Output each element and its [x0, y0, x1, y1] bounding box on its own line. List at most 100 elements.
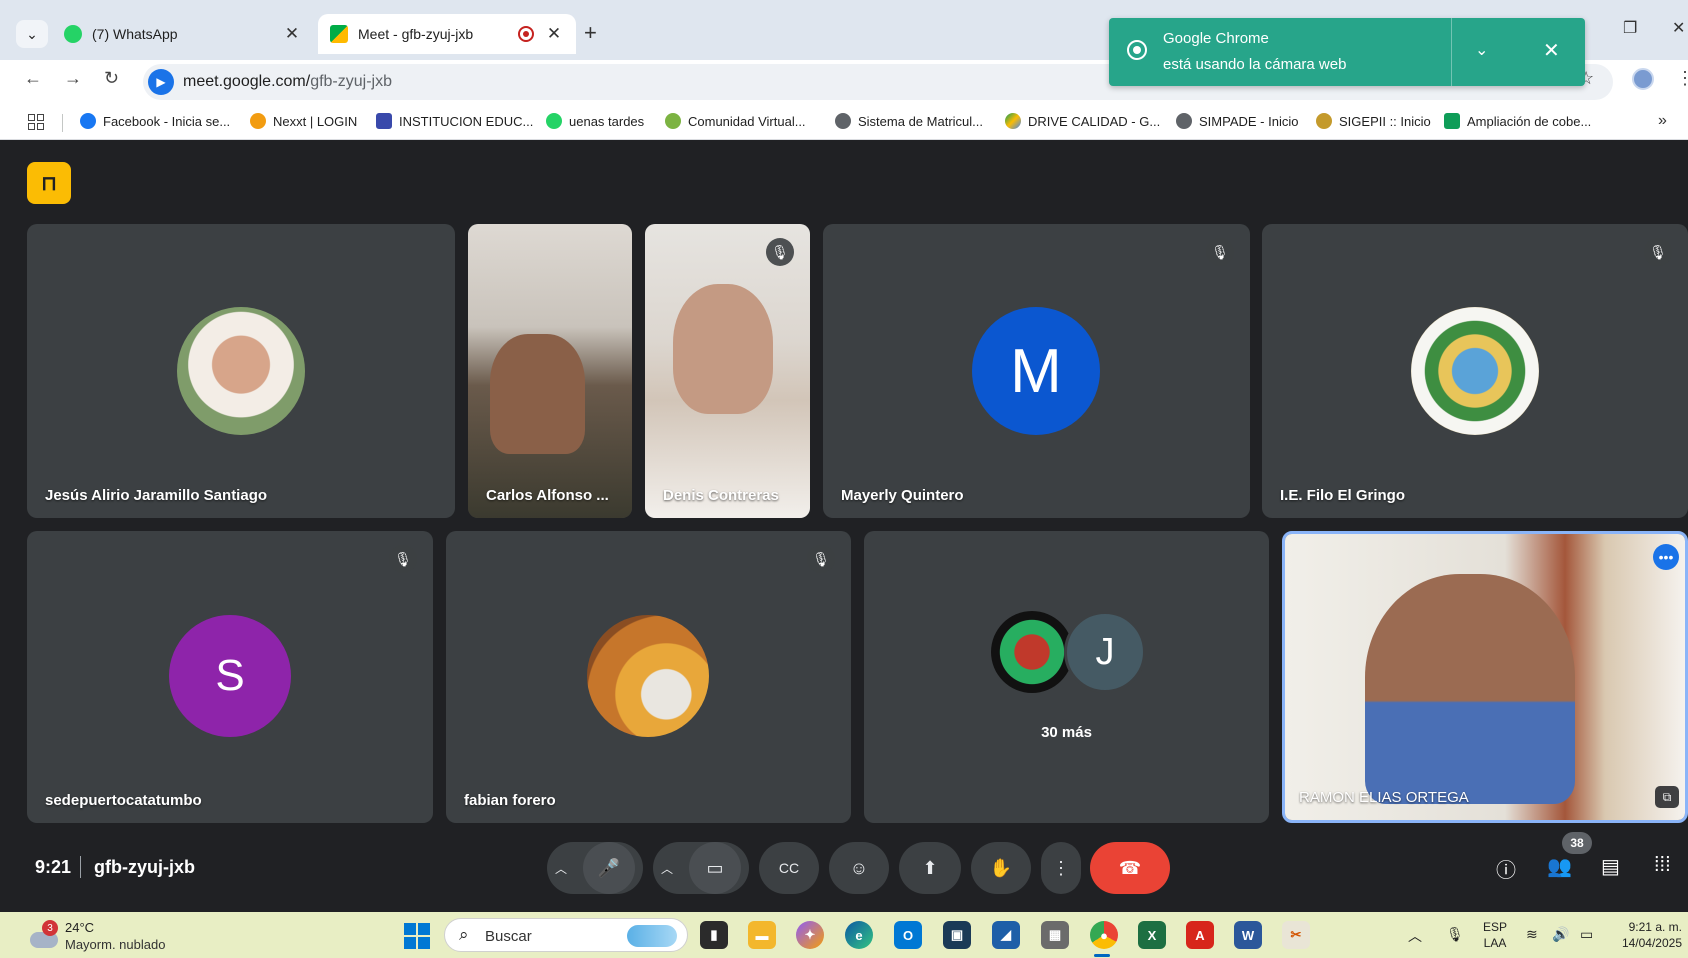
more-options-button[interactable]: ⋮ — [1041, 842, 1081, 894]
meet-icon — [330, 25, 348, 43]
participant-tile[interactable]: 🎙 I.E. Filo El Gringo — [1262, 224, 1688, 518]
snipping-tool-icon[interactable]: ✂ — [1282, 921, 1310, 949]
companion-mode-icon[interactable]: ⊓ — [27, 162, 71, 204]
tab-meet[interactable]: Meet - gfb-zyuj-jxb ✕ — [318, 14, 576, 54]
bookmark-item[interactable]: SIGEPII :: Inicio — [1316, 113, 1431, 129]
bookmark-label: INSTITUCION EDUC... — [399, 113, 534, 129]
participant-name: RAMON ELIAS ORTEGA — [1299, 789, 1469, 806]
audio-options-chevron-icon[interactable]: ︿ — [555, 860, 567, 877]
word-icon[interactable]: W — [1234, 921, 1262, 949]
participant-letter-avatar: S — [169, 615, 291, 737]
reactions-button[interactable]: ☺ — [829, 842, 889, 894]
windows-start-icon[interactable] — [404, 923, 430, 949]
battery-icon[interactable]: ▭ — [1580, 926, 1593, 943]
expand-chevron-icon[interactable]: ⌄ — [1475, 40, 1488, 60]
picture-in-picture-icon[interactable]: ⧉ — [1655, 786, 1679, 808]
show-hidden-icons-chevron[interactable]: ︿ — [1408, 926, 1422, 946]
weather-condition: Mayorm. nublado — [65, 937, 166, 952]
dismiss-icon[interactable]: ✕ — [1543, 38, 1560, 63]
profile-avatar[interactable] — [1632, 68, 1654, 90]
copilot-icon[interactable]: ✦ — [796, 921, 824, 949]
tab-search-button[interactable]: ⌄ — [16, 20, 48, 48]
chat-icon[interactable]: ▤ — [1601, 854, 1620, 879]
leave-call-button[interactable]: ☎ — [1090, 842, 1170, 894]
store-icon[interactable]: ▣ — [943, 921, 971, 949]
more-bookmarks-icon[interactable]: » — [1658, 112, 1667, 130]
participant-tile[interactable]: M 🎙 Mayerly Quintero — [823, 224, 1250, 518]
camera-control[interactable]: ︿ ▭ — [653, 842, 749, 894]
camera-icon[interactable]: ▭ — [689, 842, 741, 894]
people-count-badge: 38 — [1562, 832, 1592, 854]
raise-hand-button[interactable]: ✋ — [971, 842, 1031, 894]
apps-grid-icon[interactable] — [28, 114, 44, 130]
video-options-chevron-icon[interactable]: ︿ — [661, 860, 673, 877]
others-count-label: 30 más — [1041, 724, 1092, 741]
more-options-icon[interactable]: ••• — [1653, 544, 1679, 570]
captions-button[interactable]: CC — [759, 842, 819, 894]
restore-window-icon[interactable]: ❐ — [1623, 18, 1637, 38]
bookmark-label: SIGEPII :: Inicio — [1339, 113, 1431, 129]
nexxt-icon — [250, 113, 266, 129]
bookmark-item[interactable]: Nexxt | LOGIN — [250, 113, 357, 129]
others-tile[interactable]: J 30 más — [864, 531, 1269, 823]
browser-menu-icon[interactable]: ⋮ — [1676, 68, 1688, 89]
search-icon: ⌕ — [459, 925, 469, 944]
participant-tile[interactable]: 🎙 Denis Contreras — [645, 224, 810, 518]
participant-face — [673, 284, 773, 414]
hand-icon: ✋ — [989, 857, 1013, 878]
bookmark-item[interactable]: Facebook - Inicia se... — [80, 113, 230, 129]
chrome-icon[interactable]: ● — [1090, 921, 1118, 949]
bookmark-item[interactable]: SIMPADE - Inicio — [1176, 113, 1298, 129]
close-tab-icon[interactable]: ✕ — [282, 24, 302, 44]
acrobat-icon[interactable]: A — [1186, 921, 1214, 949]
tab-whatsapp[interactable]: (7) WhatsApp ✕ — [52, 14, 314, 54]
bookmark-item[interactable]: INSTITUCION EDUC... — [376, 113, 533, 129]
volume-icon[interactable]: 🔊 — [1552, 926, 1569, 943]
participant-tile[interactable]: Carlos Alfonso ... — [468, 224, 632, 518]
app-icon[interactable]: ◢ — [992, 921, 1020, 949]
temperature: 24°C — [65, 920, 95, 935]
taskbar-search[interactable]: ⌕ Buscar — [444, 918, 688, 952]
weather-widget[interactable]: 3 24°C Mayorm. nublado — [30, 920, 200, 952]
self-tile[interactable]: ••• ⧉ RAMON ELIAS ORTEGA — [1282, 531, 1688, 823]
emoji-icon: ☺ — [849, 857, 869, 878]
participant-letter-avatar: M — [972, 307, 1100, 435]
microphone-icon[interactable]: 🎤 — [583, 842, 635, 894]
meeting-info-icon[interactable]: ⓘ — [1496, 854, 1516, 883]
input-language[interactable]: ESP LAA — [1483, 919, 1507, 951]
bookmarks-bar: Facebook - Inicia se... Nexxt | LOGIN IN… — [0, 104, 1688, 140]
chevron-down-icon: ⌄ — [26, 25, 38, 42]
back-icon[interactable]: ← — [24, 68, 42, 89]
microphone-control[interactable]: ︿ 🎤 — [547, 842, 643, 894]
bookmark-item[interactable]: Comunidad Virtual... — [665, 113, 806, 129]
system-clock[interactable]: 9:21 a. m. 14/04/2025 — [1612, 919, 1682, 951]
forward-icon[interactable]: → — [64, 68, 82, 89]
close-tab-icon[interactable]: ✕ — [544, 24, 564, 44]
close-window-icon[interactable]: ✕ — [1672, 18, 1685, 38]
task-view-icon[interactable]: ▮ — [700, 921, 728, 949]
present-screen-button[interactable]: ⬆ — [899, 842, 961, 894]
activities-icon[interactable]: ⁞⁞⁞ — [1654, 854, 1671, 877]
excel-icon[interactable]: X — [1138, 921, 1166, 949]
file-explorer-icon[interactable]: ▬ — [748, 921, 776, 949]
bookmark-item[interactable]: uenas tardes — [546, 113, 644, 129]
url-domain: meet.google.com/ — [183, 73, 311, 90]
windows-taskbar: 3 24°C Mayorm. nublado ⌕ Buscar ▮ ▬ ✦ e … — [0, 912, 1688, 958]
site-info-icon[interactable]: ▶ — [148, 69, 174, 95]
bottom-bar-divider — [80, 856, 81, 878]
bookmark-item[interactable]: Ampliación de cobe... — [1444, 113, 1591, 129]
bookmark-item[interactable]: DRIVE CALIDAD - G... — [1005, 113, 1160, 129]
bookmark-item[interactable]: Sistema de Matricul... — [835, 113, 983, 129]
new-tab-button[interactable]: + — [584, 20, 597, 46]
edge-icon[interactable]: e — [845, 921, 873, 949]
microphone-tray-icon[interactable]: 🎙 — [1446, 926, 1464, 943]
participant-tile[interactable]: 🎙 fabian forero — [446, 531, 851, 823]
people-icon[interactable]: 👥 — [1547, 854, 1572, 879]
participant-tile[interactable]: Jesús Alirio Jaramillo Santiago — [27, 224, 455, 518]
calculator-icon[interactable]: ▦ — [1041, 921, 1069, 949]
outlook-icon[interactable]: O — [894, 921, 922, 949]
participant-tile[interactable]: S 🎙 sedepuertocatatumbo — [27, 531, 433, 823]
wifi-icon[interactable]: ≋ — [1526, 926, 1538, 943]
reload-icon[interactable]: ↻ — [104, 68, 119, 89]
hang-up-icon: ☎ — [1118, 857, 1142, 878]
